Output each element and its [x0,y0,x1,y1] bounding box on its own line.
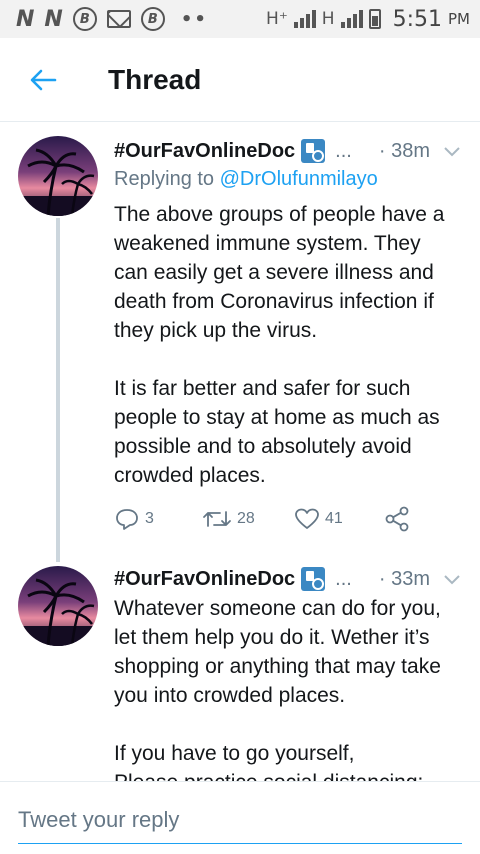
reply-composer [0,781,480,854]
like-count: 41 [325,510,343,527]
battery-icon [368,9,381,29]
hospital-emoji-icon [301,567,326,591]
tweet[interactable]: #OurFavOnlineDoc ... · 38m Replying to @… [0,122,480,562]
mail-icon [106,10,131,28]
reply-button[interactable]: 3 [114,507,202,531]
tweet-header: #OurFavOnlineDoc ... · 38m [114,136,462,166]
replying-to-handle[interactable]: @DrOlufunmilayo [220,168,378,190]
signal-icon [293,10,316,28]
page-title: Thread [108,63,202,95]
heart-icon [295,508,319,529]
share-button[interactable] [384,506,410,532]
author-name[interactable]: #OurFavOnlineDoc [114,140,295,163]
network-type-label: H [321,9,335,29]
n-app-icon: N [44,6,63,32]
reply-icon [116,509,138,530]
app-header: Thread [0,38,480,122]
reply-count: 3 [145,510,154,527]
hospital-emoji-icon [301,139,326,163]
name-truncation: ... [335,139,352,162]
thread-connector-line [56,218,60,562]
tweet-paragraph: It is far better and safer for such peop… [114,377,440,487]
retweet-button[interactable]: 28 [202,508,294,530]
share-icon [385,506,409,532]
retweet-count: 28 [237,510,255,527]
tweet-paragraph: Whatever someone can do for you, let the… [114,597,441,707]
reply-input[interactable] [18,804,462,844]
tweet-paragraph: If you have to go yourself, [114,742,355,765]
avatar[interactable] [18,566,98,646]
tweet-timestamp[interactable]: · 38m [379,140,430,163]
network-type-label: H⁺ [266,9,288,29]
like-button[interactable]: 41 [294,507,384,531]
chevron-down-icon [444,575,460,585]
tweet-header: #OurFavOnlineDoc ... · 33m [114,564,462,594]
n-app-icon: N [16,6,35,32]
more-notifications-icon: •• [180,8,208,30]
status-bar: N N B B •• H⁺ H 5:51 PM [0,0,480,38]
back-button[interactable] [0,38,86,122]
tweet[interactable]: #OurFavOnlineDoc ... · 33m Whatever some… [0,562,480,781]
replying-to-label: Replying to [114,168,215,190]
avatar[interactable] [18,136,98,216]
tweet-actions: 3 28 41 [114,504,414,534]
author-name[interactable]: #OurFavOnlineDoc [114,568,295,591]
chevron-down-icon [444,147,460,157]
clock: 5:51 [392,6,442,32]
b-app-icon: B [72,7,97,31]
tweet-menu-button[interactable] [442,569,462,589]
signal-icon [340,10,363,28]
tweet-text: The above groups of people have a weaken… [114,200,458,519]
tweet-timestamp[interactable]: · 33m [379,568,430,591]
arrow-left-icon [30,69,57,90]
tweet-paragraph: Please practice social distancing: [114,768,458,781]
tweet-text: Whatever someone can do for you, let the… [114,594,458,781]
name-truncation: ... [335,567,352,590]
b-app-icon: B [140,7,165,31]
clock-ampm: PM [448,10,470,28]
retweet-icon [203,511,231,527]
tweet-menu-button[interactable] [442,141,462,161]
replying-to: Replying to @DrOlufunmilayo [114,168,378,191]
tweet-paragraph: The above groups of people have a weaken… [114,203,445,342]
